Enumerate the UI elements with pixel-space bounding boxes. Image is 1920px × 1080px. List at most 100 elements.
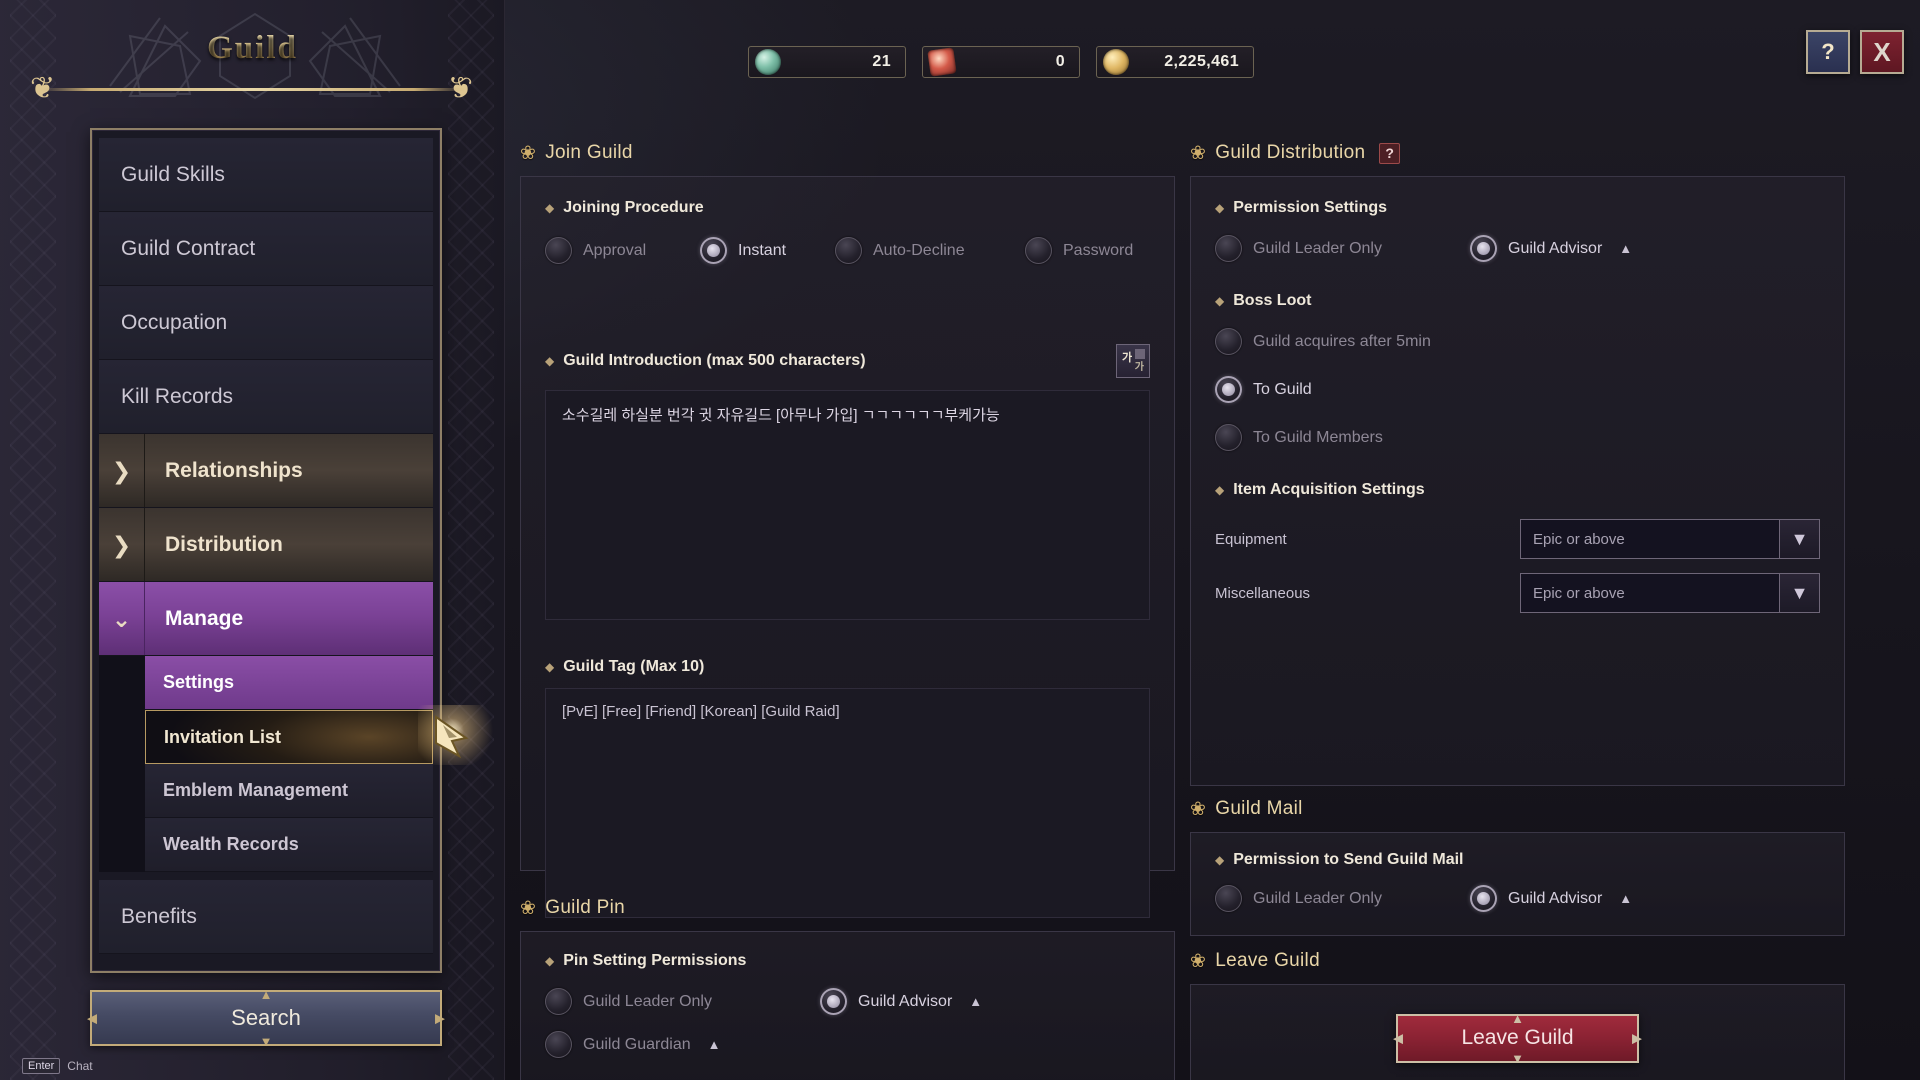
guild-window: Guild ❦ ❦ Guild Skills Guild Contract Oc… — [0, 0, 1920, 1080]
radio-label: To Guild — [1253, 380, 1312, 398]
sidebar-item-settings[interactable]: Settings — [145, 656, 433, 710]
section-title: Guild Distribution — [1215, 142, 1366, 163]
guild-distribution-section: ❀ Guild Distribution ? ◆ Permission Sett… — [1190, 142, 1845, 786]
leave-guild-button-label: Leave Guild — [1461, 1026, 1574, 1049]
sidebar-nav-frame: Guild Skills Guild Contract Occupation K… — [90, 128, 508, 973]
chat-hint: Enter Chat — [22, 1058, 93, 1074]
sidebar-item-occupation[interactable]: Occupation — [99, 286, 433, 360]
pin-permission-row-1: Guild Leader Only Guild Advisor ▲ — [545, 988, 1150, 1015]
section-title: Join Guild — [545, 142, 633, 163]
radio-pin-guild-advisor[interactable]: Guild Advisor ▲ — [820, 988, 982, 1015]
diamond-bullet-icon: ◆ — [1215, 853, 1225, 867]
radio-approval[interactable]: Approval — [545, 237, 700, 264]
radio-label: Password — [1063, 241, 1134, 259]
sidebar-submenu-manage: Settings Invitation List Emblem Manageme… — [99, 656, 508, 872]
radio-loot-guild-after-5min[interactable]: Guild acquires after 5min — [1215, 328, 1820, 355]
chevron-right-icon: ❯ — [99, 508, 145, 581]
radio-pin-guild-leader-only[interactable]: Guild Leader Only — [545, 988, 820, 1015]
lattice-decoration-right — [448, 0, 494, 1080]
search-button[interactable]: ▲ ▼ ◀ ▶ Search — [87, 988, 445, 1049]
diamond-bullet-icon: ◆ — [545, 201, 555, 215]
item-acquisition-heading: ◆ Item Acquisition Settings — [1215, 481, 1820, 499]
fleur-de-lis-icon: ❀ — [520, 142, 537, 164]
rank-up-icon[interactable]: ▲ — [969, 994, 982, 1009]
sidebar-item-benefits[interactable]: Benefits — [99, 880, 433, 954]
sub-section-label: Permission Settings — [1233, 199, 1388, 216]
notch-right-icon: ▶ — [435, 1010, 445, 1026]
guild-mail-panel: ◆ Permission to Send Guild Mail Guild Le… — [1190, 832, 1845, 936]
radio-dot-icon — [1025, 237, 1052, 264]
chat-key-badge: Enter — [22, 1058, 61, 1074]
notch-bottom-icon: ▼ — [259, 1034, 273, 1049]
radio-dot-icon — [820, 988, 847, 1015]
joining-procedure-heading: ◆ Joining Procedure — [545, 199, 1150, 217]
fleur-de-lis-icon: ❀ — [1190, 798, 1207, 820]
sidebar-item-guild-contract[interactable]: Guild Contract — [99, 212, 433, 286]
radio-mail-guild-advisor[interactable]: Guild Advisor ▲ — [1470, 885, 1632, 912]
guild-introduction-textarea[interactable]: 소수길레 하실분 번각 귓 자유길드 [아무나 가입] ㄱㄱㄱㄱㄱㄱ부케가능 — [545, 390, 1150, 620]
sidebar-item-label: Benefits — [121, 904, 197, 928]
radio-dist-guild-leader-only[interactable]: Guild Leader Only — [1215, 235, 1470, 262]
sidebar-group-manage[interactable]: ⌄ Manage — [99, 582, 433, 656]
radio-instant[interactable]: Instant — [700, 237, 835, 264]
radio-password[interactable]: Password — [1025, 237, 1133, 264]
distribution-help-badge[interactable]: ? — [1379, 142, 1401, 164]
radio-label: Guild Leader Only — [1253, 239, 1382, 257]
search-button-label: Search — [231, 1005, 301, 1030]
guild-introduction-heading: ◆ Guild Introduction (max 500 characters… — [545, 352, 866, 370]
pin-permissions-heading: ◆ Pin Setting Permissions — [545, 952, 1150, 970]
sub-section-label: Item Acquisition Settings — [1233, 481, 1425, 498]
radio-label: Guild Guardian — [583, 1035, 691, 1053]
radio-mail-guild-leader-only[interactable]: Guild Leader Only — [1215, 885, 1470, 912]
rank-up-icon[interactable]: ▲ — [1619, 241, 1632, 256]
sidebar-subitem-label: Invitation List — [164, 726, 281, 747]
sidebar-item-guild-skills[interactable]: Guild Skills — [99, 138, 433, 212]
radio-pin-guild-guardian[interactable]: Guild Guardian ▲ — [545, 1031, 721, 1058]
leave-guild-heading: ❀ Leave Guild — [1190, 950, 1845, 972]
sidebar-nav-list: Guild Skills Guild Contract Occupation K… — [99, 138, 508, 954]
radio-label: Guild Advisor — [1508, 889, 1603, 907]
miscellaneous-rarity-value: Epic or above — [1533, 584, 1625, 602]
radio-auto-decline[interactable]: Auto-Decline — [835, 237, 1025, 264]
sub-section-label: Joining Procedure — [563, 199, 704, 216]
radio-loot-to-guild-members[interactable]: To Guild Members — [1215, 424, 1820, 451]
radio-label: Guild Advisor — [858, 992, 953, 1010]
section-title: Guild Pin — [545, 897, 626, 918]
radio-loot-to-guild[interactable]: To Guild — [1215, 376, 1820, 403]
diamond-bullet-icon: ◆ — [545, 354, 555, 368]
radio-dist-guild-advisor[interactable]: Guild Advisor ▲ — [1470, 235, 1632, 262]
language-toggle-button[interactable]: 가 가 — [1116, 344, 1150, 378]
equipment-rarity-select[interactable]: Epic or above ▼ — [1520, 519, 1820, 559]
guild-introduction-heading-row: ◆ Guild Introduction (max 500 characters… — [545, 344, 1150, 378]
radio-dot-icon — [1470, 885, 1497, 912]
guild-mail-heading: ❀ Guild Mail — [1190, 798, 1845, 820]
main-content: ❀ Join Guild ◆ Joining Procedure Approva… — [505, 0, 1920, 1080]
fleur-de-lis-icon: ❀ — [520, 897, 537, 919]
sidebar-group-distribution[interactable]: ❯ Distribution — [99, 508, 433, 582]
join-guild-panel: ◆ Joining Procedure Approval Instant Aut… — [520, 176, 1175, 918]
miscellaneous-rarity-select[interactable]: Epic or above ▼ — [1520, 573, 1820, 613]
radio-label: Auto-Decline — [873, 241, 965, 259]
notch-top-icon: ▲ — [1511, 1010, 1524, 1026]
sidebar-item-kill-records[interactable]: Kill Records — [99, 360, 433, 434]
sub-section-label: Guild Tag (Max 10) — [563, 658, 705, 675]
rank-up-icon[interactable]: ▲ — [708, 1037, 721, 1052]
radio-label: To Guild Members — [1253, 428, 1383, 446]
guild-pin-section: ❀ Guild Pin ◆ Pin Setting Permissions Gu… — [520, 897, 1175, 1080]
sidebar-item-label: Guild Skills — [121, 162, 225, 186]
radio-dot-icon — [1215, 885, 1242, 912]
sidebar-item-label: Guild Contract — [121, 236, 256, 260]
guild-tag-textarea[interactable]: [PvE] [Free] [Friend] [Korean] [Guild Ra… — [545, 688, 1150, 918]
fleur-de-lis-icon: ❀ — [1190, 142, 1207, 164]
page-title: Guild — [207, 30, 298, 66]
sidebar-item-invitation-list[interactable]: Invitation List — [145, 705, 508, 765]
sidebar-group-relationships[interactable]: ❯ Relationships — [99, 434, 433, 508]
sidebar-group-label: Distribution — [165, 532, 283, 556]
chat-hint-label: Chat — [67, 1059, 93, 1073]
section-title: Leave Guild — [1215, 950, 1320, 971]
rank-up-icon[interactable]: ▲ — [1619, 891, 1632, 906]
leave-guild-button[interactable]: ▲ ▼ ◀ ▶ Leave Guild — [1393, 1010, 1642, 1065]
guild-mail-permission-options: Guild Leader Only Guild Advisor ▲ — [1215, 885, 1820, 912]
sidebar-item-wealth-records[interactable]: Wealth Records — [145, 818, 433, 872]
sidebar-item-emblem-management[interactable]: Emblem Management — [145, 764, 433, 818]
